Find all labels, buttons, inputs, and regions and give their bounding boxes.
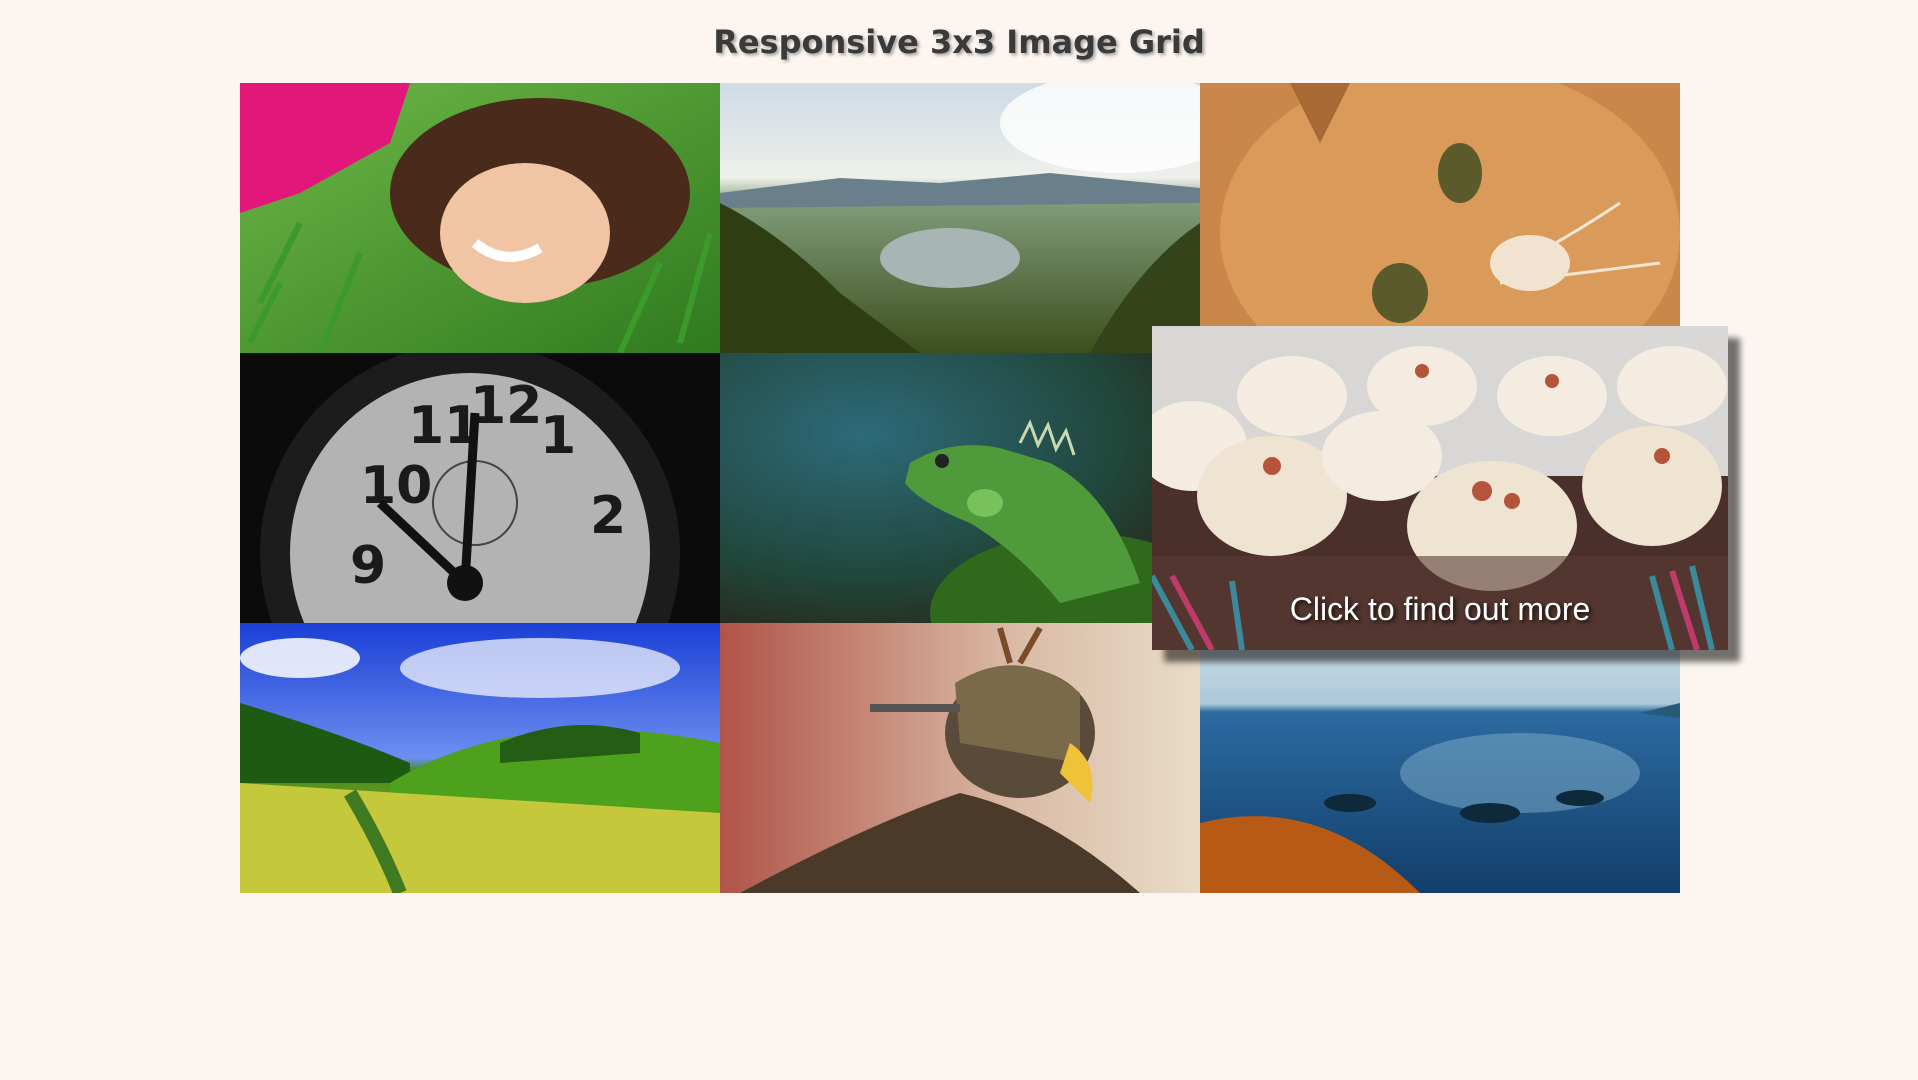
iguana-image (720, 353, 1200, 623)
forest-lake-image (720, 83, 1200, 353)
grid-image-eagle[interactable] (720, 623, 1200, 893)
svg-text:9: 9 (350, 536, 386, 596)
grid-image-clock[interactable]: 11 12 1 2 10 9 (240, 353, 720, 623)
ocean-image (1200, 623, 1680, 893)
image-grid: 11 12 1 2 10 9 Click to find out more (240, 83, 1728, 893)
svg-text:12: 12 (470, 376, 542, 436)
grid-image-hills[interactable] (240, 623, 720, 893)
woman-grass-image (240, 83, 720, 353)
eagle-image (720, 623, 1200, 893)
clock-image: 11 12 1 2 10 9 (240, 353, 720, 623)
page-title: Responsive 3x3 Image Grid (713, 23, 1205, 61)
page: Responsive 3x3 Image Grid 11 12 1 2 10 9… (0, 0, 1918, 1080)
hills-image (240, 623, 720, 893)
svg-text:10: 10 (360, 456, 432, 516)
grid-image-ocean[interactable] (1200, 623, 1680, 893)
kitten-image (1200, 83, 1680, 353)
grid-image-woman-grass[interactable] (240, 83, 720, 353)
svg-text:2: 2 (590, 486, 626, 546)
cupcakes-caption: Click to find out more (1289, 591, 1591, 627)
svg-text:1: 1 (540, 406, 576, 466)
grid-image-kitten[interactable] (1200, 83, 1680, 353)
grid-image-cupcakes[interactable]: Click to find out more (1152, 326, 1728, 650)
grid-image-iguana[interactable] (720, 353, 1200, 623)
grid-image-forest-lake[interactable] (720, 83, 1200, 353)
